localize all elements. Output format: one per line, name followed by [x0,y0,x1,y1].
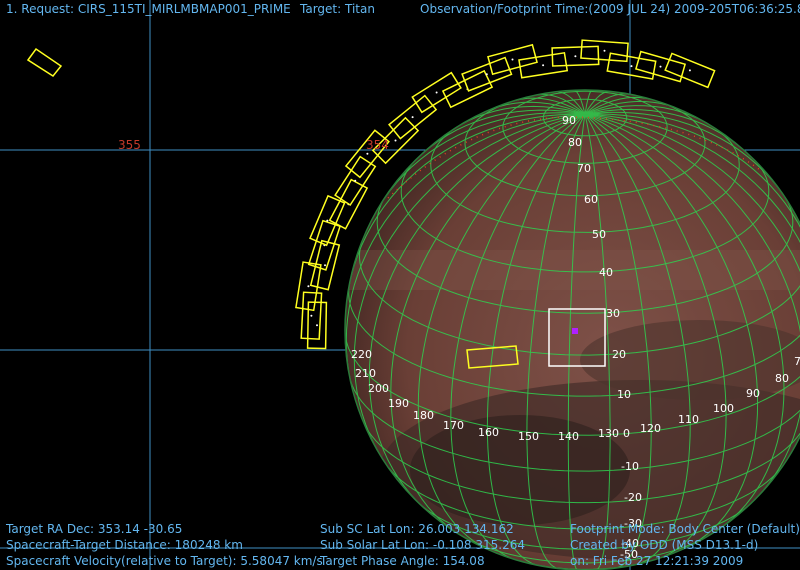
svg-text:-10: -10 [621,460,639,473]
footprint-center [324,264,326,267]
target-ra-dec: Target RA Dec: 353.14 -30.65 [6,522,183,536]
footprint-center [394,139,397,142]
footprint-center [326,219,329,222]
spacecraft-velocity: Spacecraft Velocity(relative to Target):… [6,554,323,568]
created-on: on: Fri Feb 27 12:21:39 2009 [570,554,744,568]
footprint-center [310,314,313,317]
svg-text:80: 80 [775,372,789,385]
footprint-center [366,152,369,155]
spacecraft-distance: Spacecraft-Target Distance: 180248 km [6,538,243,552]
boresight-marker [572,328,578,334]
footprint-center [511,58,514,61]
sub-sc-lat-lon: Sub SC Lat Lon: 26.003 134.162 [320,522,514,536]
svg-text:30: 30 [606,307,620,320]
svg-text:90: 90 [562,114,576,127]
footprint-center [354,179,357,182]
svg-text:-20: -20 [624,491,642,504]
svg-text:90: 90 [746,387,760,400]
svg-text:100: 100 [713,402,734,415]
footprint-center [316,324,318,327]
footprint-center [307,285,310,288]
footprint-center [411,116,414,119]
svg-text:200: 200 [368,382,389,395]
svg-text:60: 60 [584,193,598,206]
ra-label-355: 355 [118,138,141,152]
svg-text:120: 120 [640,422,661,435]
footprint-offscreen[interactable] [26,47,63,77]
svg-text:40: 40 [599,266,613,279]
viewer-canvas: { "header": { "request": "1. Request: CI… [0,0,800,570]
request-label: 1. Request: CIRS_115TI_MIRLMBMAP001_PRIM… [6,2,291,16]
svg-text:20: 20 [612,348,626,361]
svg-text:70: 70 [794,355,800,368]
target-phase-angle: Target Phase Angle: 154.08 [320,554,485,568]
footprint-center [659,65,662,68]
svg-text:110: 110 [678,413,699,426]
footprint-center [574,55,577,58]
target-label: Target: Titan [300,2,375,16]
footprint-center [485,73,488,76]
footprint-center [688,69,691,72]
footprint-center [542,64,545,67]
svg-text:160: 160 [478,426,499,439]
svg-text:0: 0 [623,427,630,440]
svg-text:130: 130 [598,427,619,440]
sky-view: 355 354 90 80 70 60 50 40 30 20 10 0 -10… [0,0,800,570]
sub-solar-lat-lon: Sub Solar Lat Lon: -0.108 315.264 [320,538,526,552]
footprint-center [603,49,606,52]
svg-text:50: 50 [592,228,606,241]
svg-text:170: 170 [443,419,464,432]
svg-text:70: 70 [577,162,591,175]
svg-text:210: 210 [355,367,376,380]
footprint-center [435,91,438,94]
svg-text:220: 220 [351,348,372,361]
svg-text:10: 10 [617,388,631,401]
ra-label-354: 354 [366,138,389,152]
svg-text:140: 140 [558,430,579,443]
svg-text:190: 190 [388,397,409,410]
svg-text:80: 80 [568,136,582,149]
svg-text:180: 180 [413,409,434,422]
svg-text:150: 150 [518,430,539,443]
created-by: Created by ODD (MSS D13.1-d) [570,538,759,552]
footprint-center [630,65,633,68]
footprint-mode: Footprint Mode: Body Center (Default) [570,522,800,536]
observation-time: Observation/Footprint Time:(2009 JUL 24)… [420,2,800,16]
titan-globe [344,89,800,570]
